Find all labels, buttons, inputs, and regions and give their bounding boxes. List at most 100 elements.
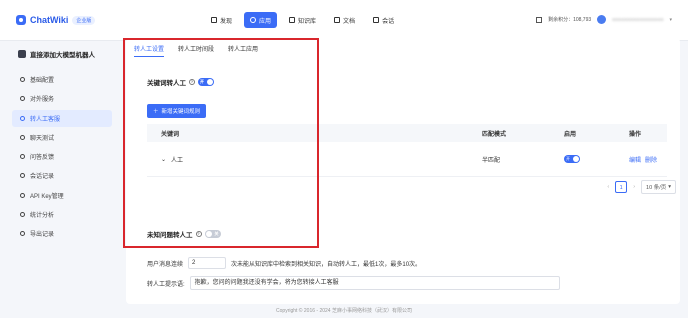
unknown-section-title: 未知问题转人工 ? 关	[147, 229, 221, 239]
stats-icon	[20, 212, 25, 218]
export-icon	[20, 231, 25, 237]
add-button-label: 新增关键词规则	[161, 109, 201, 115]
prompt-label: 转人工提示语:	[147, 281, 185, 288]
nav-label: 发现	[220, 18, 233, 25]
row-mode: 半匹配	[482, 157, 501, 164]
row-enabled-cell: 开	[564, 155, 629, 163]
edit-link[interactable]: 编辑	[629, 158, 641, 164]
nav-document[interactable]: 文档	[328, 12, 361, 28]
page-size-select[interactable]: 10 条/页 ▾	[641, 180, 676, 194]
keyword-table: 关键词 匹配模式 启用 操作 ⌄ 人工 半匹配 开 编辑 删除	[147, 124, 667, 177]
page-size-value: 10 条/页	[646, 185, 667, 191]
consecutive-description: 次未能从知识库中检索到相关知识，自动转人工，最低1次，最多10次。	[231, 261, 422, 268]
nav-discover[interactable]: 发现	[205, 12, 238, 28]
sidebar-item-label: 导出记录	[30, 232, 55, 239]
top-navigation: 发现 应用 知识库 文档 会话	[205, 12, 400, 30]
document-icon	[334, 17, 341, 23]
sidebar-item-api-key[interactable]: API Key管理	[12, 187, 112, 204]
sidebar-item-stats[interactable]: 统计分析	[12, 206, 112, 223]
prev-page-button[interactable]: ‹	[607, 184, 609, 190]
plus-icon: ＋	[153, 109, 159, 115]
sidebar-item-label: 会话记录	[30, 174, 55, 181]
sidebar-item-label: API Key管理	[30, 193, 64, 200]
consecutive-label: 用户消息连续	[147, 261, 184, 268]
add-keyword-rule-button[interactable]: ＋ 新增关键词规则	[147, 104, 207, 118]
settings-icon	[20, 77, 25, 82]
edition-badge: 企业版	[72, 15, 96, 25]
table-row: ⌄ 人工 半匹配 开 编辑 删除	[147, 142, 667, 177]
header-actions: 操作	[629, 131, 642, 138]
discover-icon	[211, 17, 217, 23]
sidebar-item-history[interactable]: 会话记录	[12, 167, 112, 184]
help-icon[interactable]: ?	[189, 79, 195, 85]
sidebar-item-label: 统计分析	[30, 213, 55, 220]
row-actions: 编辑 删除	[629, 155, 667, 164]
sidebar-item-human-agent[interactable]: 转人工客服	[12, 109, 112, 127]
row-keyword: 人工	[171, 157, 184, 164]
avatar[interactable]	[597, 15, 607, 24]
sidebar-item-label: 对外服务	[30, 97, 55, 104]
chat-test-icon	[20, 134, 25, 140]
nav-label: 知识库	[298, 18, 317, 25]
chevron-down-icon[interactable]: ▾	[669, 17, 672, 23]
sidebar-item-label: 转人工客服	[30, 116, 61, 123]
footer-copyright: Copyright © 2016 - 2024 芝麻小事网络科技（武汉）有限公司	[276, 308, 412, 314]
credits-icon	[536, 16, 543, 23]
bot-name: 直接添加大模型机器人	[30, 52, 95, 59]
pagination: ‹ 1 › 10 条/页 ▾	[607, 180, 676, 194]
consecutive-row: 用户消息连续 2 次未能从知识库中检索到相关知识，自动转人工，最低1次，最多10…	[147, 257, 421, 269]
history-icon	[20, 173, 25, 179]
tab-bar: 转人工设置 转人工时间段 转人工应用	[134, 40, 258, 57]
top-bar: ChatWiki 企业版 发现 应用 知识库 文档 会话 剩余积分：108,79…	[0, 0, 688, 41]
nav-label: 应用	[259, 18, 272, 25]
consecutive-count-input[interactable]: 2	[188, 257, 227, 269]
prompt-input[interactable]: 抱歉，您问的问题我还没有学会，将为您转接人工客服	[189, 276, 560, 290]
expand-chevron-icon[interactable]: ⌄	[161, 156, 166, 163]
chevron-down-icon: ▾	[668, 184, 671, 190]
row-keyword-cell: ⌄ 人工	[147, 155, 482, 164]
user-name[interactable]: ●●●●●●●●●●●●●●●●●	[612, 17, 663, 23]
row-enabled-switch[interactable]: 开	[564, 155, 580, 163]
sidebar: 直接添加大模型机器人 基础配置 对外服务 转人工客服 聊天测试 问答反馈 会话记…	[0, 41, 118, 318]
table-header: 关键词 匹配模式 启用 操作	[147, 124, 667, 142]
sidebar-item-basic-config[interactable]: 基础配置	[12, 71, 112, 88]
nav-knowledge-base[interactable]: 知识库	[283, 12, 322, 28]
sidebar-item-label: 基础配置	[30, 78, 55, 84]
sidebar-menu: 基础配置 对外服务 转人工客服 聊天测试 问答反馈 会话记录 API Key管理…	[12, 71, 112, 245]
app-logo[interactable]: ChatWiki 企业版	[16, 14, 96, 26]
sidebar-item-external-service[interactable]: 对外服务	[12, 90, 112, 107]
unknown-section-label: 未知问题转人工	[147, 232, 193, 239]
page-number[interactable]: 1	[615, 181, 628, 193]
header-enabled: 启用	[564, 131, 577, 138]
tab-human-apps[interactable]: 转人工应用	[228, 41, 258, 55]
nav-label: 会话	[382, 18, 395, 25]
sidebar-item-feedback[interactable]: 问答反馈	[12, 148, 112, 165]
app-icon	[250, 17, 257, 23]
chat-icon	[373, 17, 380, 23]
sidebar-item-export[interactable]: 导出记录	[12, 225, 112, 242]
robot-icon	[18, 50, 26, 58]
nav-chat[interactable]: 会话	[367, 12, 400, 28]
sidebar-item-chat-test[interactable]: 聊天测试	[12, 129, 112, 146]
knowledge-base-icon	[289, 17, 296, 23]
tab-human-settings[interactable]: 转人工设置	[134, 41, 165, 57]
sidebar-item-label: 问答反馈	[30, 155, 55, 162]
logo-text: ChatWiki	[30, 15, 69, 25]
prompt-row: 转人工提示语: 抱歉，您问的问题我还没有学会，将为您转接人工客服	[147, 276, 560, 290]
delete-link[interactable]: 删除	[645, 158, 657, 164]
chatwiki-logo-icon	[16, 15, 26, 25]
keyword-switch[interactable]: 开	[198, 78, 214, 86]
sidebar-item-label: 聊天测试	[30, 135, 55, 142]
feedback-icon	[20, 154, 25, 160]
bot-title: 直接添加大模型机器人	[18, 49, 95, 59]
help-icon[interactable]: ?	[195, 231, 202, 237]
nav-app[interactable]: 应用	[244, 12, 278, 28]
service-icon	[20, 96, 25, 102]
header-mode: 匹配模式	[482, 131, 507, 138]
tab-human-time[interactable]: 转人工时间段	[178, 41, 214, 55]
human-agent-icon	[20, 115, 25, 121]
account-area: 剩余积分：108,793 ●●●●●●●●●●●●●●●●● ▾	[536, 15, 672, 24]
next-page-button[interactable]: ›	[633, 184, 635, 190]
unknown-switch[interactable]: 关	[204, 230, 221, 238]
keyword-section-label: 关键词转人工	[147, 80, 186, 87]
